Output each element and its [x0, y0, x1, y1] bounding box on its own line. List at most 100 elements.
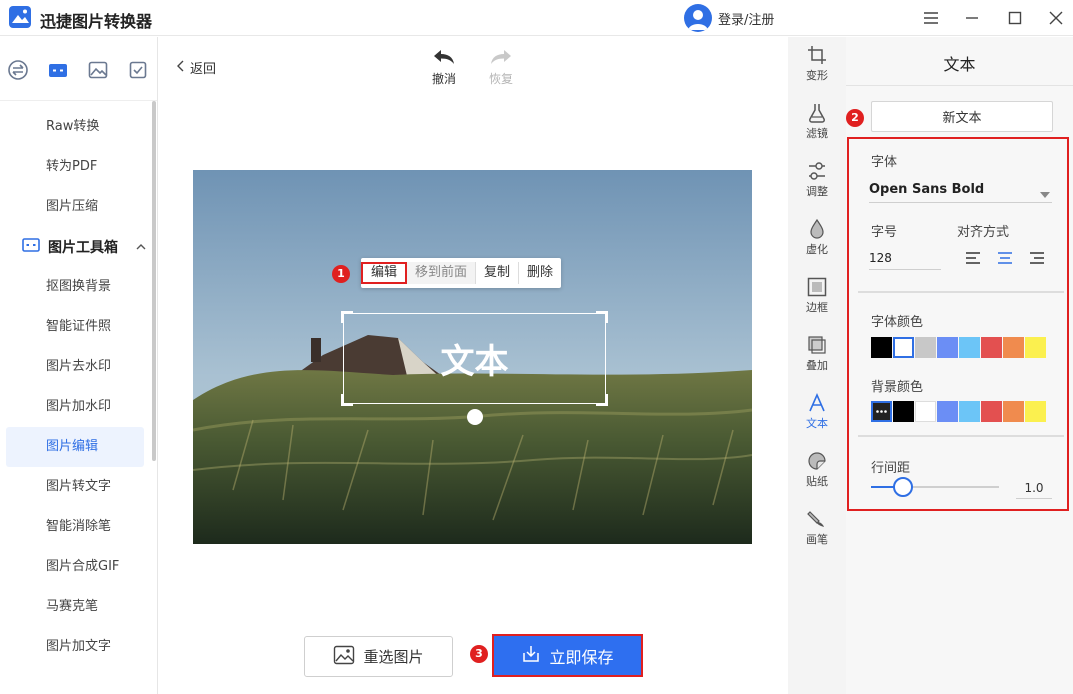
font-color-label: 字体颜色	[871, 315, 924, 330]
bg-color-swatch[interactable]	[1025, 401, 1046, 422]
image-tab-icon[interactable]	[87, 59, 109, 81]
redo-label: 恢复	[488, 72, 513, 86]
align-right-icon[interactable]	[1028, 250, 1046, 266]
tool-sticker[interactable]: 贴纸	[788, 451, 846, 489]
font-label: 字体	[871, 155, 898, 170]
font-value: Open Sans Bold	[869, 182, 985, 197]
more-icon	[876, 410, 887, 413]
tool-overlay[interactable]: 叠加	[788, 335, 846, 373]
tool-blur-label: 虚化	[806, 243, 828, 256]
bg-color-swatch[interactable]	[981, 401, 1002, 422]
save-button[interactable]: 立即保存	[492, 634, 643, 677]
tool-filter[interactable]: 滤镜	[788, 103, 846, 141]
copy-button[interactable]: 复制	[476, 262, 520, 284]
tool-frame[interactable]: 边框	[788, 277, 846, 315]
bg-color-swatch[interactable]	[893, 401, 914, 422]
sidebar-item-gif[interactable]: 图片合成GIF	[0, 547, 150, 587]
drop-icon	[810, 219, 824, 239]
sidebar-item-image-to-text[interactable]: 图片转文字	[0, 467, 150, 507]
tool-text-label: 文本	[806, 417, 828, 430]
sidebar-item-cutout[interactable]: 抠图换背景	[0, 267, 150, 307]
frame-icon	[807, 277, 827, 297]
tool-blur[interactable]: 虚化	[788, 219, 846, 257]
bg-color-swatch[interactable]	[937, 401, 958, 422]
tool-filter-label: 滤镜	[806, 127, 828, 140]
section-divider	[858, 291, 1064, 293]
sidebar-group-label: 图片工具箱	[48, 240, 118, 256]
resize-handle-br[interactable]	[596, 394, 608, 406]
menu-icon[interactable]	[919, 6, 943, 30]
brush-icon	[807, 511, 824, 527]
sidebar-tabs	[0, 37, 157, 101]
minimize-icon[interactable]	[960, 6, 984, 30]
font-color-swatch[interactable]	[959, 337, 980, 358]
caret-down-icon	[1040, 187, 1050, 202]
panel-title: 文本	[943, 55, 976, 74]
tool-brush[interactable]: 画笔	[788, 509, 846, 547]
bg-color-swatch[interactable]	[1003, 401, 1024, 422]
sidebar-item-image-edit[interactable]: 图片编辑	[6, 427, 144, 467]
login-button[interactable]: 登录/注册	[684, 4, 774, 32]
resize-handle-tr[interactable]	[596, 311, 608, 323]
tool-adjust-label: 调整	[806, 185, 828, 198]
sidebar-item-id-photo[interactable]: 智能证件照	[0, 307, 150, 347]
font-size-input[interactable]: 128	[869, 246, 941, 270]
tool-rail: 变形 滤镜 调整 虚化 边框 叠加 文本 贴纸 画笔	[788, 37, 846, 694]
chevron-up-icon[interactable]	[136, 239, 146, 255]
sidebar-item-to-pdf[interactable]: 转为PDF	[0, 147, 150, 187]
font-color-swatch[interactable]	[981, 337, 1002, 358]
sidebar: Heic转换 Raw转换 转为PDF 图片压缩 图片工具箱 抠图换背景 智能证件…	[0, 37, 158, 694]
text-layer-content: 文本	[440, 342, 509, 382]
resize-handle-bl[interactable]	[341, 394, 353, 406]
sidebar-item-mosaic[interactable]: 马赛克笔	[0, 587, 150, 627]
sidebar-item-add-text[interactable]: 图片加文字	[0, 627, 150, 667]
text-layer-box[interactable]: 文本	[341, 311, 608, 406]
tool-transform[interactable]: 变形	[788, 45, 846, 83]
sidebar-item-raw[interactable]: Raw转换	[0, 107, 150, 147]
reselect-label: 重选图片	[363, 648, 424, 666]
convert-tab-icon[interactable]	[7, 59, 29, 81]
rotate-handle[interactable]	[467, 409, 483, 425]
font-color-swatch[interactable]	[893, 337, 914, 358]
back-button[interactable]: 返回	[176, 58, 216, 77]
line-spacing-slider-knob[interactable]	[893, 477, 913, 497]
font-color-swatch[interactable]	[915, 337, 936, 358]
undo-button[interactable]: 撤消	[424, 48, 464, 87]
sidebar-group-toolbox[interactable]: 图片工具箱	[0, 227, 150, 267]
maximize-icon[interactable]	[1003, 6, 1027, 30]
image-icon	[333, 645, 355, 669]
check-tab-icon[interactable]	[127, 59, 149, 81]
resize-handle-tl[interactable]	[341, 311, 353, 323]
sidebar-item-compress[interactable]: 图片压缩	[0, 187, 150, 227]
font-color-swatch[interactable]	[937, 337, 958, 358]
line-spacing-input[interactable]: 1.0	[1016, 477, 1052, 499]
new-text-button[interactable]: 新文本	[871, 101, 1053, 132]
toolbox-tab-icon[interactable]	[47, 59, 69, 81]
close-icon[interactable]	[1044, 6, 1068, 30]
tool-overlay-label: 叠加	[806, 359, 828, 372]
back-label: 返回	[190, 62, 217, 77]
font-color-swatch[interactable]	[1025, 337, 1046, 358]
font-select[interactable]: Open Sans Bold	[869, 177, 1052, 203]
redo-button[interactable]: 恢复	[481, 48, 521, 87]
align-center-icon[interactable]	[996, 250, 1014, 266]
sidebar-scrollbar[interactable]	[152, 101, 156, 461]
sidebar-item-eraser[interactable]: 智能消除笔	[0, 507, 150, 547]
section-divider	[858, 435, 1064, 437]
delete-button[interactable]: 删除	[519, 262, 561, 284]
bg-color-swatch[interactable]	[915, 401, 936, 422]
font-color-swatch[interactable]	[1003, 337, 1024, 358]
bg-color-swatch[interactable]	[871, 401, 892, 422]
font-color-swatch[interactable]	[871, 337, 892, 358]
panel-divider	[846, 85, 1073, 86]
reselect-image-button[interactable]: 重选图片	[304, 636, 453, 677]
bring-to-front-button[interactable]: 移到前面	[407, 262, 477, 284]
tool-sticker-label: 贴纸	[806, 475, 828, 488]
tool-text[interactable]: 文本	[788, 393, 846, 431]
bg-color-swatch[interactable]	[959, 401, 980, 422]
sidebar-item-add-watermark[interactable]: 图片加水印	[0, 387, 150, 427]
edit-button[interactable]: 编辑	[361, 262, 408, 284]
align-left-icon[interactable]	[964, 250, 982, 266]
sidebar-item-remove-watermark[interactable]: 图片去水印	[0, 347, 150, 387]
tool-adjust[interactable]: 调整	[788, 161, 846, 199]
